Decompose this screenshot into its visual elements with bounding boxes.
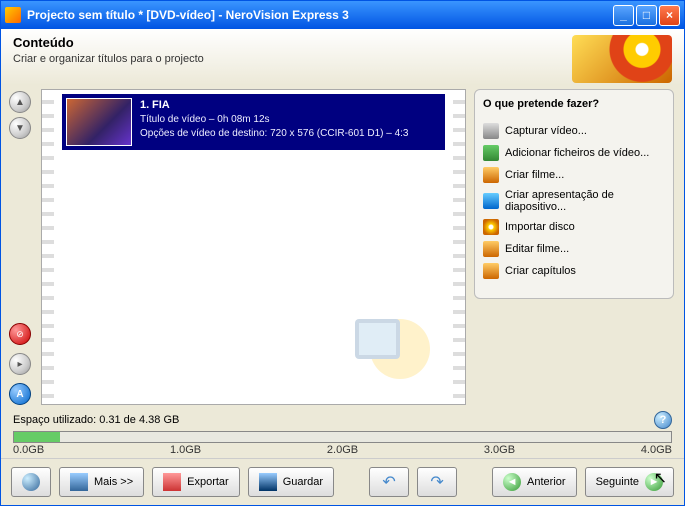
tick-label: 0.0GB <box>13 444 44 456</box>
page-subtitle: Criar e organizar títulos para o project… <box>13 53 572 65</box>
export-icon <box>163 473 181 491</box>
export-button[interactable]: Exportar <box>152 467 240 497</box>
help-icon[interactable]: ? <box>654 411 672 429</box>
help-icon <box>22 473 40 491</box>
close-button[interactable]: × <box>659 5 680 26</box>
action-label: Capturar vídeo... <box>505 125 587 137</box>
move-down-button[interactable]: ▼ <box>9 117 31 139</box>
undo-icon: ↶ <box>380 473 398 491</box>
button-label: Exportar <box>187 476 229 488</box>
undo-button[interactable]: ↶ <box>369 467 409 497</box>
action-create-chapters[interactable]: Criar capítulos <box>483 260 665 282</box>
dvd-watermark-icon <box>335 304 435 384</box>
redo-button[interactable]: ↷ <box>417 467 457 497</box>
disc-icon <box>483 219 499 235</box>
more-icon <box>70 473 88 491</box>
action-make-movie[interactable]: Criar filme... <box>483 164 665 186</box>
add-file-icon <box>483 145 499 161</box>
titlebar[interactable]: Projecto sem título * [DVD-vídeo] - Nero… <box>1 1 684 29</box>
button-label: Anterior <box>527 476 566 488</box>
preview-button[interactable]: ▸ <box>9 353 31 375</box>
help-button[interactable] <box>11 467 51 497</box>
page-header: Conteúdo Criar e organizar títulos para … <box>1 29 684 85</box>
filmstrip-decor <box>42 90 54 404</box>
button-label: Seguinte <box>596 476 639 488</box>
slideshow-icon <box>483 193 499 209</box>
back-button[interactable]: ◄ Anterior <box>492 467 577 497</box>
page-title: Conteúdo <box>13 35 572 50</box>
title-video-options: Opções de vídeo de destino: 720 x 576 (C… <box>140 127 409 141</box>
maximize-button[interactable]: □ <box>636 5 657 26</box>
more-button[interactable]: Mais >> <box>59 467 144 497</box>
title-thumbnail <box>66 98 132 146</box>
space-used-bar <box>13 431 672 443</box>
save-button[interactable]: Guardar <box>248 467 334 497</box>
minimize-button[interactable]: _ <box>613 5 634 26</box>
button-label: Guardar <box>283 476 323 488</box>
title-list[interactable]: 1. FIA Título de vídeo – 0h 08m 12s Opçõ… <box>41 89 466 405</box>
camera-icon <box>483 123 499 139</box>
arrow-right-icon: ► <box>645 473 663 491</box>
edit-icon <box>483 241 499 257</box>
title-item[interactable]: 1. FIA Título de vídeo – 0h 08m 12s Opçõ… <box>62 94 445 150</box>
next-button[interactable]: Seguinte ► <box>585 467 674 497</box>
chapters-icon <box>483 263 499 279</box>
action-edit-movie[interactable]: Editar filme... <box>483 238 665 260</box>
action-import-disc[interactable]: Importar disco <box>483 216 665 238</box>
action-label: Criar filme... <box>505 169 564 181</box>
button-label: Mais >> <box>94 476 133 488</box>
info-button[interactable]: A <box>9 383 31 405</box>
tick-label: 2.0GB <box>327 444 358 456</box>
tick-label: 3.0GB <box>484 444 515 456</box>
action-slideshow[interactable]: Criar apresentação de diapositivo... <box>483 186 665 216</box>
film-icon <box>483 167 499 183</box>
move-up-button[interactable]: ▲ <box>9 91 31 113</box>
title-name: FIA <box>152 99 170 111</box>
action-add-video-files[interactable]: Adicionar ficheiros de vídeo... <box>483 142 665 164</box>
actions-panel: O que pretende fazer? Capturar vídeo... … <box>474 89 674 299</box>
space-used-label: Espaço utilizado: 0.31 de 4.38 GB <box>13 414 179 426</box>
actions-heading: O que pretende fazer? <box>483 98 665 110</box>
title-index: 1. <box>140 99 149 111</box>
action-label: Criar capítulos <box>505 265 576 277</box>
app-icon <box>5 7 21 23</box>
action-label: Importar disco <box>505 221 575 233</box>
action-label: Criar apresentação de diapositivo... <box>505 189 665 213</box>
space-ticks: 0.0GB 1.0GB 2.0GB 3.0GB 4.0GB <box>13 444 672 456</box>
window-title: Projecto sem título * [DVD-vídeo] - Nero… <box>27 8 611 22</box>
title-duration: Título de vídeo – 0h 08m 12s <box>140 113 409 127</box>
tick-label: 4.0GB <box>641 444 672 456</box>
arrow-left-icon: ◄ <box>503 473 521 491</box>
filmstrip-decor <box>453 90 465 404</box>
tick-label: 1.0GB <box>170 444 201 456</box>
delete-button[interactable]: ⊘ <box>9 323 31 345</box>
action-label: Adicionar ficheiros de vídeo... <box>505 147 649 159</box>
header-art-icon <box>572 35 672 83</box>
save-icon <box>259 473 277 491</box>
action-capture-video[interactable]: Capturar vídeo... <box>483 120 665 142</box>
action-label: Editar filme... <box>505 243 569 255</box>
redo-icon: ↷ <box>428 473 446 491</box>
